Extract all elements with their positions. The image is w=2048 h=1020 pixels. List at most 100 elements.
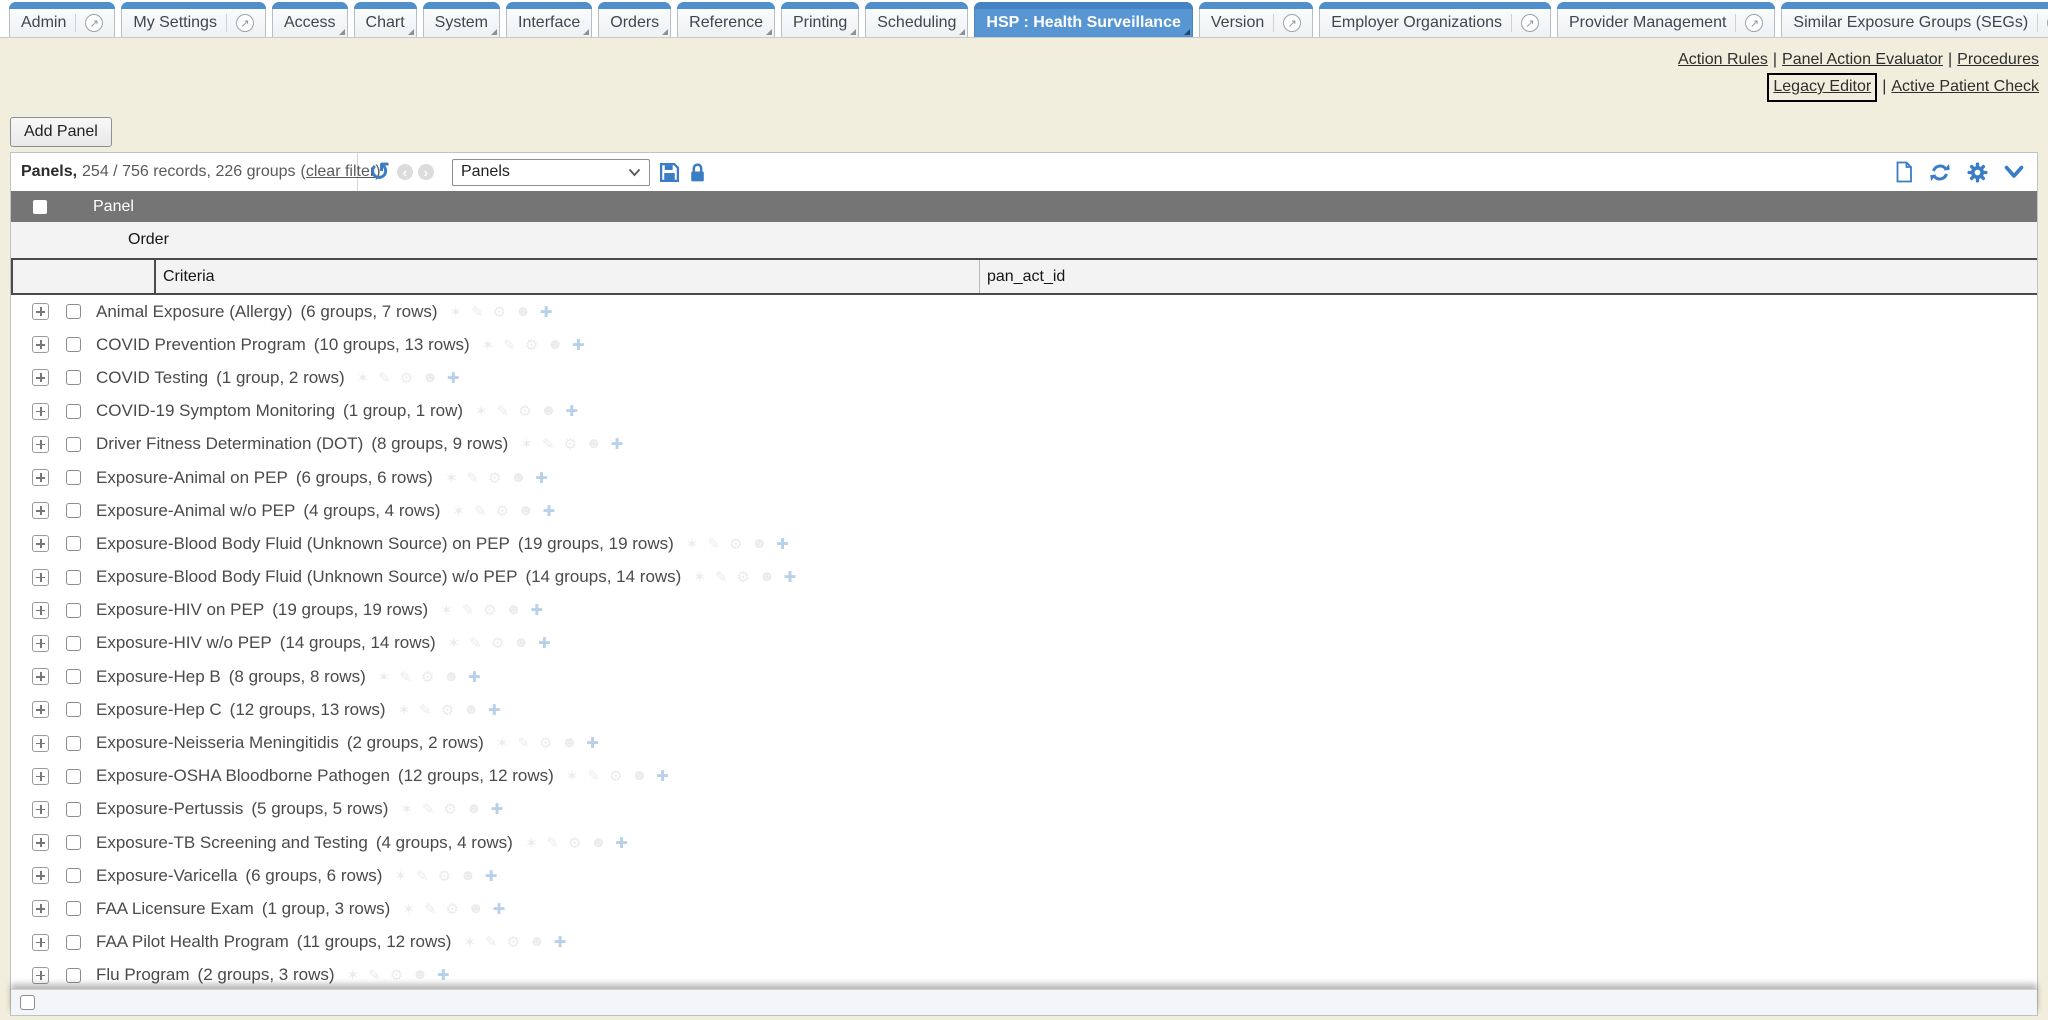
add-icon[interactable]: ✚ (776, 535, 789, 553)
person-icon[interactable]: ☻ (586, 435, 602, 453)
row-checkbox[interactable] (66, 470, 81, 485)
link-panel-action-evaluator[interactable]: Panel Action Evaluator (1782, 51, 1943, 68)
gear-icon[interactable]: ⚙ (445, 900, 458, 918)
add-icon[interactable]: ✚ (656, 767, 669, 785)
link-legacy-editor[interactable]: Legacy Editor (1773, 78, 1871, 95)
gear-icon[interactable]: ⚙ (609, 767, 622, 785)
expand-plus-icon[interactable] (32, 668, 49, 685)
favorite-icon[interactable]: ✶ (566, 767, 579, 785)
expand-plus-icon[interactable] (32, 967, 49, 984)
favorite-icon[interactable]: ✶ (440, 601, 453, 619)
add-icon[interactable]: ✚ (447, 369, 460, 387)
undo-icon[interactable]: ↺ (369, 162, 390, 182)
edit-icon[interactable]: ✎ (462, 601, 475, 619)
favorite-icon[interactable]: ✶ (357, 369, 370, 387)
row-checkbox[interactable] (66, 968, 81, 983)
edit-icon[interactable]: ✎ (587, 767, 600, 785)
person-icon[interactable]: ☻ (422, 369, 438, 387)
expand-plus-icon[interactable] (32, 735, 49, 752)
favorite-icon[interactable]: ✶ (450, 303, 463, 321)
add-icon[interactable]: ✚ (531, 601, 544, 619)
person-icon[interactable]: ☻ (460, 867, 476, 885)
row-checkbox[interactable] (66, 404, 81, 419)
row-checkbox[interactable] (66, 802, 81, 817)
gear-icon[interactable]: ⚙ (400, 369, 413, 387)
chevron-down-icon[interactable] (2004, 165, 2024, 179)
gear-icon[interactable] (1967, 162, 1988, 183)
person-icon[interactable]: ☻ (510, 469, 526, 487)
expand-plus-icon[interactable] (32, 569, 49, 586)
gear-icon[interactable]: ⚙ (525, 336, 538, 354)
row-checkbox[interactable] (66, 503, 81, 518)
gear-icon[interactable]: ⚙ (568, 834, 581, 852)
gear-icon[interactable]: ⚙ (441, 701, 454, 719)
edit-icon[interactable]: ✎ (474, 502, 487, 520)
expand-plus-icon[interactable] (32, 768, 49, 785)
person-icon[interactable]: ☻ (515, 303, 531, 321)
view-dropdown[interactable]: Panels (452, 159, 650, 186)
lock-icon[interactable] (689, 162, 706, 183)
favorite-icon[interactable]: ✶ (378, 668, 391, 686)
row-checkbox[interactable] (66, 736, 81, 751)
row-checkbox[interactable] (66, 669, 81, 684)
favorite-icon[interactable]: ✶ (452, 502, 465, 520)
expand-plus-icon[interactable] (32, 436, 49, 453)
expand-plus-icon[interactable] (32, 701, 49, 718)
edit-icon[interactable]: ✎ (546, 834, 559, 852)
tab-admin[interactable]: Admin ↗ (9, 2, 115, 37)
next-icon[interactable]: › (418, 164, 434, 180)
person-icon[interactable]: ☻ (541, 402, 557, 420)
add-panel-button[interactable]: Add Panel (10, 117, 112, 147)
favorite-icon[interactable]: ✶ (394, 867, 407, 885)
gear-icon[interactable]: ⚙ (444, 800, 457, 818)
expand-plus-icon[interactable] (32, 303, 49, 320)
favorite-icon[interactable]: ✶ (686, 535, 699, 553)
refresh-icon[interactable] (1929, 162, 1951, 183)
expand-plus-icon[interactable] (32, 602, 49, 619)
tab-hsp-health-surveillance[interactable]: HSP : Health Surveillance (974, 2, 1192, 37)
favorite-icon[interactable]: ✶ (463, 933, 476, 951)
favorite-icon[interactable]: ✶ (482, 336, 495, 354)
link-active-patient-check[interactable]: Active Patient Check (1891, 78, 2039, 95)
person-icon[interactable]: ☻ (590, 834, 606, 852)
row-checkbox[interactable] (66, 702, 81, 717)
column-header-criteria[interactable]: Criteria (154, 260, 979, 293)
footer-checkbox[interactable] (20, 995, 35, 1010)
expand-plus-icon[interactable] (32, 502, 49, 519)
add-icon[interactable]: ✚ (493, 900, 506, 918)
row-checkbox[interactable] (66, 337, 81, 352)
edit-icon[interactable]: ✎ (399, 668, 412, 686)
edit-icon[interactable]: ✎ (485, 933, 498, 951)
gear-icon[interactable]: ⚙ (438, 867, 451, 885)
edit-icon[interactable]: ✎ (422, 800, 435, 818)
open-in-new-icon[interactable]: ↗ (226, 14, 254, 32)
link-action-rules[interactable]: Action Rules (1678, 51, 1768, 68)
favorite-icon[interactable]: ✶ (402, 900, 415, 918)
person-icon[interactable]: ☻ (751, 535, 767, 553)
select-all-checkbox[interactable] (33, 200, 47, 214)
add-icon[interactable]: ✚ (535, 469, 548, 487)
edit-icon[interactable]: ✎ (378, 369, 391, 387)
new-document-icon[interactable] (1895, 161, 1913, 183)
tab-scheduling[interactable]: Scheduling (865, 2, 968, 37)
gear-icon[interactable]: ⚙ (483, 601, 496, 619)
tab-interface[interactable]: Interface (506, 2, 592, 37)
add-icon[interactable]: ✚ (543, 502, 556, 520)
person-icon[interactable]: ☻ (443, 668, 459, 686)
edit-icon[interactable]: ✎ (715, 568, 728, 586)
person-icon[interactable]: ☻ (631, 767, 647, 785)
tab-employer-organizations[interactable]: Employer Organizations ↗ (1319, 2, 1551, 37)
edit-icon[interactable]: ✎ (497, 402, 510, 420)
edit-icon[interactable]: ✎ (368, 966, 381, 984)
edit-icon[interactable]: ✎ (424, 900, 437, 918)
tab-printing[interactable]: Printing (781, 2, 859, 37)
row-checkbox[interactable] (66, 437, 81, 452)
edit-icon[interactable]: ✎ (471, 303, 484, 321)
person-icon[interactable]: ☻ (506, 601, 522, 619)
add-icon[interactable]: ✚ (554, 933, 567, 951)
gear-icon[interactable]: ⚙ (539, 734, 552, 752)
open-in-new-icon[interactable]: ↗ (1511, 14, 1539, 32)
row-checkbox[interactable] (66, 636, 81, 651)
expand-plus-icon[interactable] (32, 867, 49, 884)
favorite-icon[interactable]: ✶ (448, 634, 461, 652)
